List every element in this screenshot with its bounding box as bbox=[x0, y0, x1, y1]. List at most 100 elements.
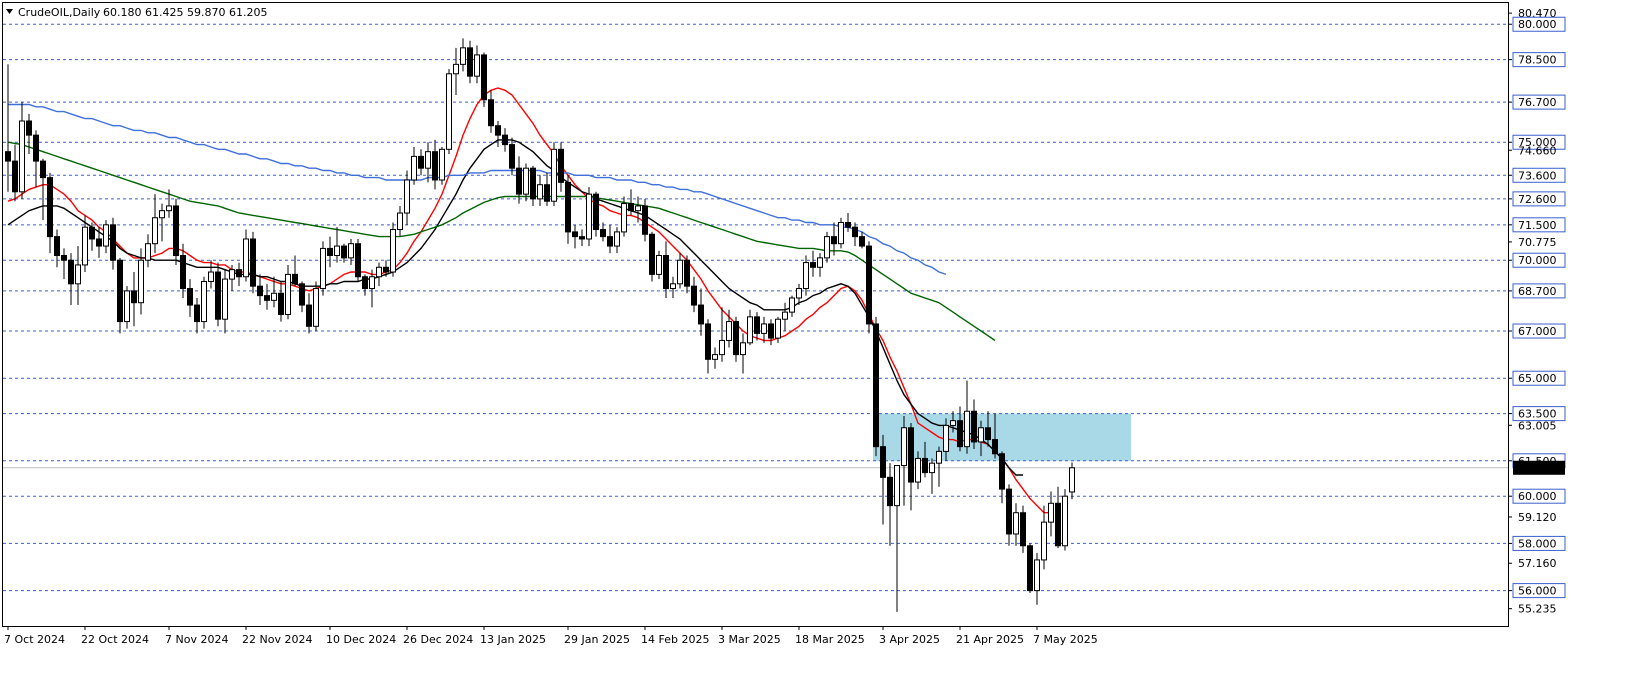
candle bbox=[656, 250, 662, 280]
candle bbox=[439, 146, 445, 185]
candle-body-down bbox=[1055, 502, 1061, 547]
y-tick-label: 56.000 bbox=[1518, 585, 1557, 598]
candle-body-down bbox=[110, 224, 116, 261]
candle-body-down bbox=[733, 321, 739, 356]
candle-body-down bbox=[985, 427, 991, 441]
candle-body-down bbox=[292, 273, 298, 285]
x-tick-label: 13 Jan 2025 bbox=[480, 633, 546, 646]
chart-header: CrudeOIL,Daily 60.180 61.425 59.870 61.2… bbox=[6, 6, 267, 19]
candle bbox=[320, 241, 326, 296]
candle bbox=[873, 316, 879, 457]
candle-body-down bbox=[999, 453, 1005, 490]
candle-body-up bbox=[943, 424, 949, 452]
candle bbox=[866, 241, 872, 334]
candle-body-down bbox=[89, 226, 95, 240]
candle-body-up bbox=[656, 255, 662, 275]
candle-body-down bbox=[649, 233, 655, 275]
x-tick-label: 21 Apr 2025 bbox=[956, 633, 1024, 646]
candle-body-down bbox=[698, 304, 704, 325]
candle-body-up bbox=[103, 224, 109, 247]
candle-body-down bbox=[558, 148, 564, 183]
candle-body-down bbox=[68, 259, 74, 285]
candle-body-up bbox=[817, 257, 823, 268]
candle-body-down bbox=[754, 316, 760, 334]
candle-body-down bbox=[1020, 512, 1026, 547]
candle-body-down bbox=[922, 457, 928, 474]
candle-body-up bbox=[838, 221, 844, 245]
candle-body-down bbox=[873, 323, 879, 448]
candle-body-down bbox=[362, 276, 368, 290]
candle-body-down bbox=[600, 229, 606, 238]
candle-body-up bbox=[1034, 559, 1040, 592]
candle-body-up bbox=[929, 462, 935, 474]
candle-body-up bbox=[369, 276, 375, 290]
candle-body-up bbox=[166, 205, 172, 212]
candle-body-down bbox=[47, 177, 53, 238]
candle-body-up bbox=[411, 155, 417, 181]
candle-body-down bbox=[117, 259, 123, 323]
candle-body-up bbox=[425, 151, 431, 169]
y-tick-label: 80.000 bbox=[1518, 18, 1557, 31]
candle-body-down bbox=[642, 205, 648, 235]
candle-body-up bbox=[159, 210, 165, 219]
candle-body-down bbox=[432, 151, 438, 181]
y-tick-label: 70.775 bbox=[1518, 236, 1557, 249]
price-chart: 80.47080.00078.50076.70075.00074.66073.6… bbox=[0, 0, 1651, 686]
x-tick-label: 22 Nov 2024 bbox=[242, 633, 312, 646]
candle bbox=[250, 231, 256, 294]
candle-body-up bbox=[446, 73, 452, 150]
candle bbox=[117, 257, 123, 334]
candle bbox=[649, 231, 655, 282]
candle-body-up bbox=[453, 63, 459, 75]
candle bbox=[201, 276, 207, 329]
candle-body-down bbox=[467, 47, 473, 77]
candle-body-down bbox=[54, 236, 60, 257]
candle bbox=[824, 231, 830, 263]
y-tick-label: 60.000 bbox=[1518, 490, 1557, 503]
x-tick-label: 3 Mar 2025 bbox=[718, 633, 781, 646]
candle-body-up bbox=[775, 318, 781, 339]
candle bbox=[446, 69, 452, 155]
candle-body-down bbox=[12, 160, 18, 193]
candle-body-up bbox=[404, 179, 410, 214]
candle-body-up bbox=[348, 243, 354, 259]
candle-body-down bbox=[579, 236, 585, 240]
chart-background bbox=[0, 0, 1651, 686]
y-tick-label: 76.700 bbox=[1518, 96, 1557, 109]
candle-body-down bbox=[40, 160, 46, 179]
candle-body-up bbox=[229, 269, 235, 280]
candle-body-down bbox=[502, 134, 508, 146]
candle-body-down bbox=[236, 269, 242, 278]
candle-body-down bbox=[705, 323, 711, 360]
candle-body-down bbox=[565, 181, 571, 233]
candle-body-up bbox=[712, 354, 718, 360]
candle-body-up bbox=[964, 410, 970, 448]
candle-body-down bbox=[908, 427, 914, 483]
y-tick-label: 78.500 bbox=[1518, 54, 1557, 67]
candle-body-down bbox=[544, 184, 550, 202]
x-tick-label: 18 Mar 2025 bbox=[795, 633, 865, 646]
candle-body-up bbox=[152, 217, 158, 245]
candle-body-up bbox=[124, 290, 130, 323]
chart-title: CrudeOIL,Daily bbox=[18, 6, 101, 19]
y-tick-label: 74.660 bbox=[1518, 144, 1557, 157]
candle bbox=[173, 198, 179, 265]
candle bbox=[215, 262, 221, 327]
candle-body-up bbox=[145, 243, 151, 261]
candle-body-up bbox=[677, 259, 683, 285]
y-tick-label: 55.235 bbox=[1518, 603, 1557, 616]
candle-body-down bbox=[663, 255, 669, 290]
candle-body-up bbox=[586, 193, 592, 240]
x-tick-label: 7 Oct 2024 bbox=[4, 633, 65, 646]
candle-body-down bbox=[593, 193, 599, 231]
candle-body-down bbox=[831, 236, 837, 245]
candle-body-down bbox=[691, 285, 697, 306]
candle bbox=[481, 52, 487, 107]
x-tick-label: 10 Dec 2024 bbox=[326, 633, 396, 646]
candle-body-down bbox=[327, 247, 333, 257]
candle-body-down bbox=[250, 238, 256, 287]
candle-body-up bbox=[19, 120, 25, 193]
y-tick-label: 68.700 bbox=[1518, 285, 1557, 298]
candle-body-down bbox=[495, 125, 501, 136]
x-tick-label: 7 May 2025 bbox=[1033, 633, 1098, 646]
